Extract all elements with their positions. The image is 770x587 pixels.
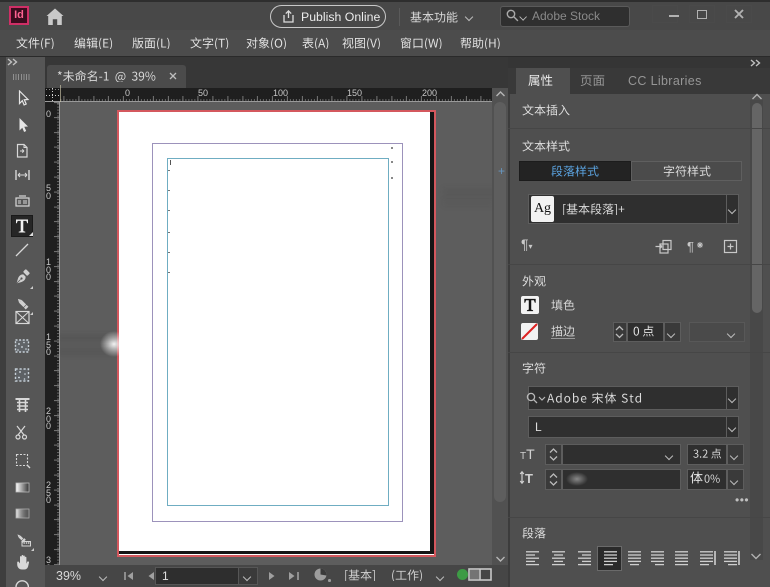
- svg-text:T: T: [525, 471, 533, 485]
- svg-text:¶: ¶: [687, 239, 694, 254]
